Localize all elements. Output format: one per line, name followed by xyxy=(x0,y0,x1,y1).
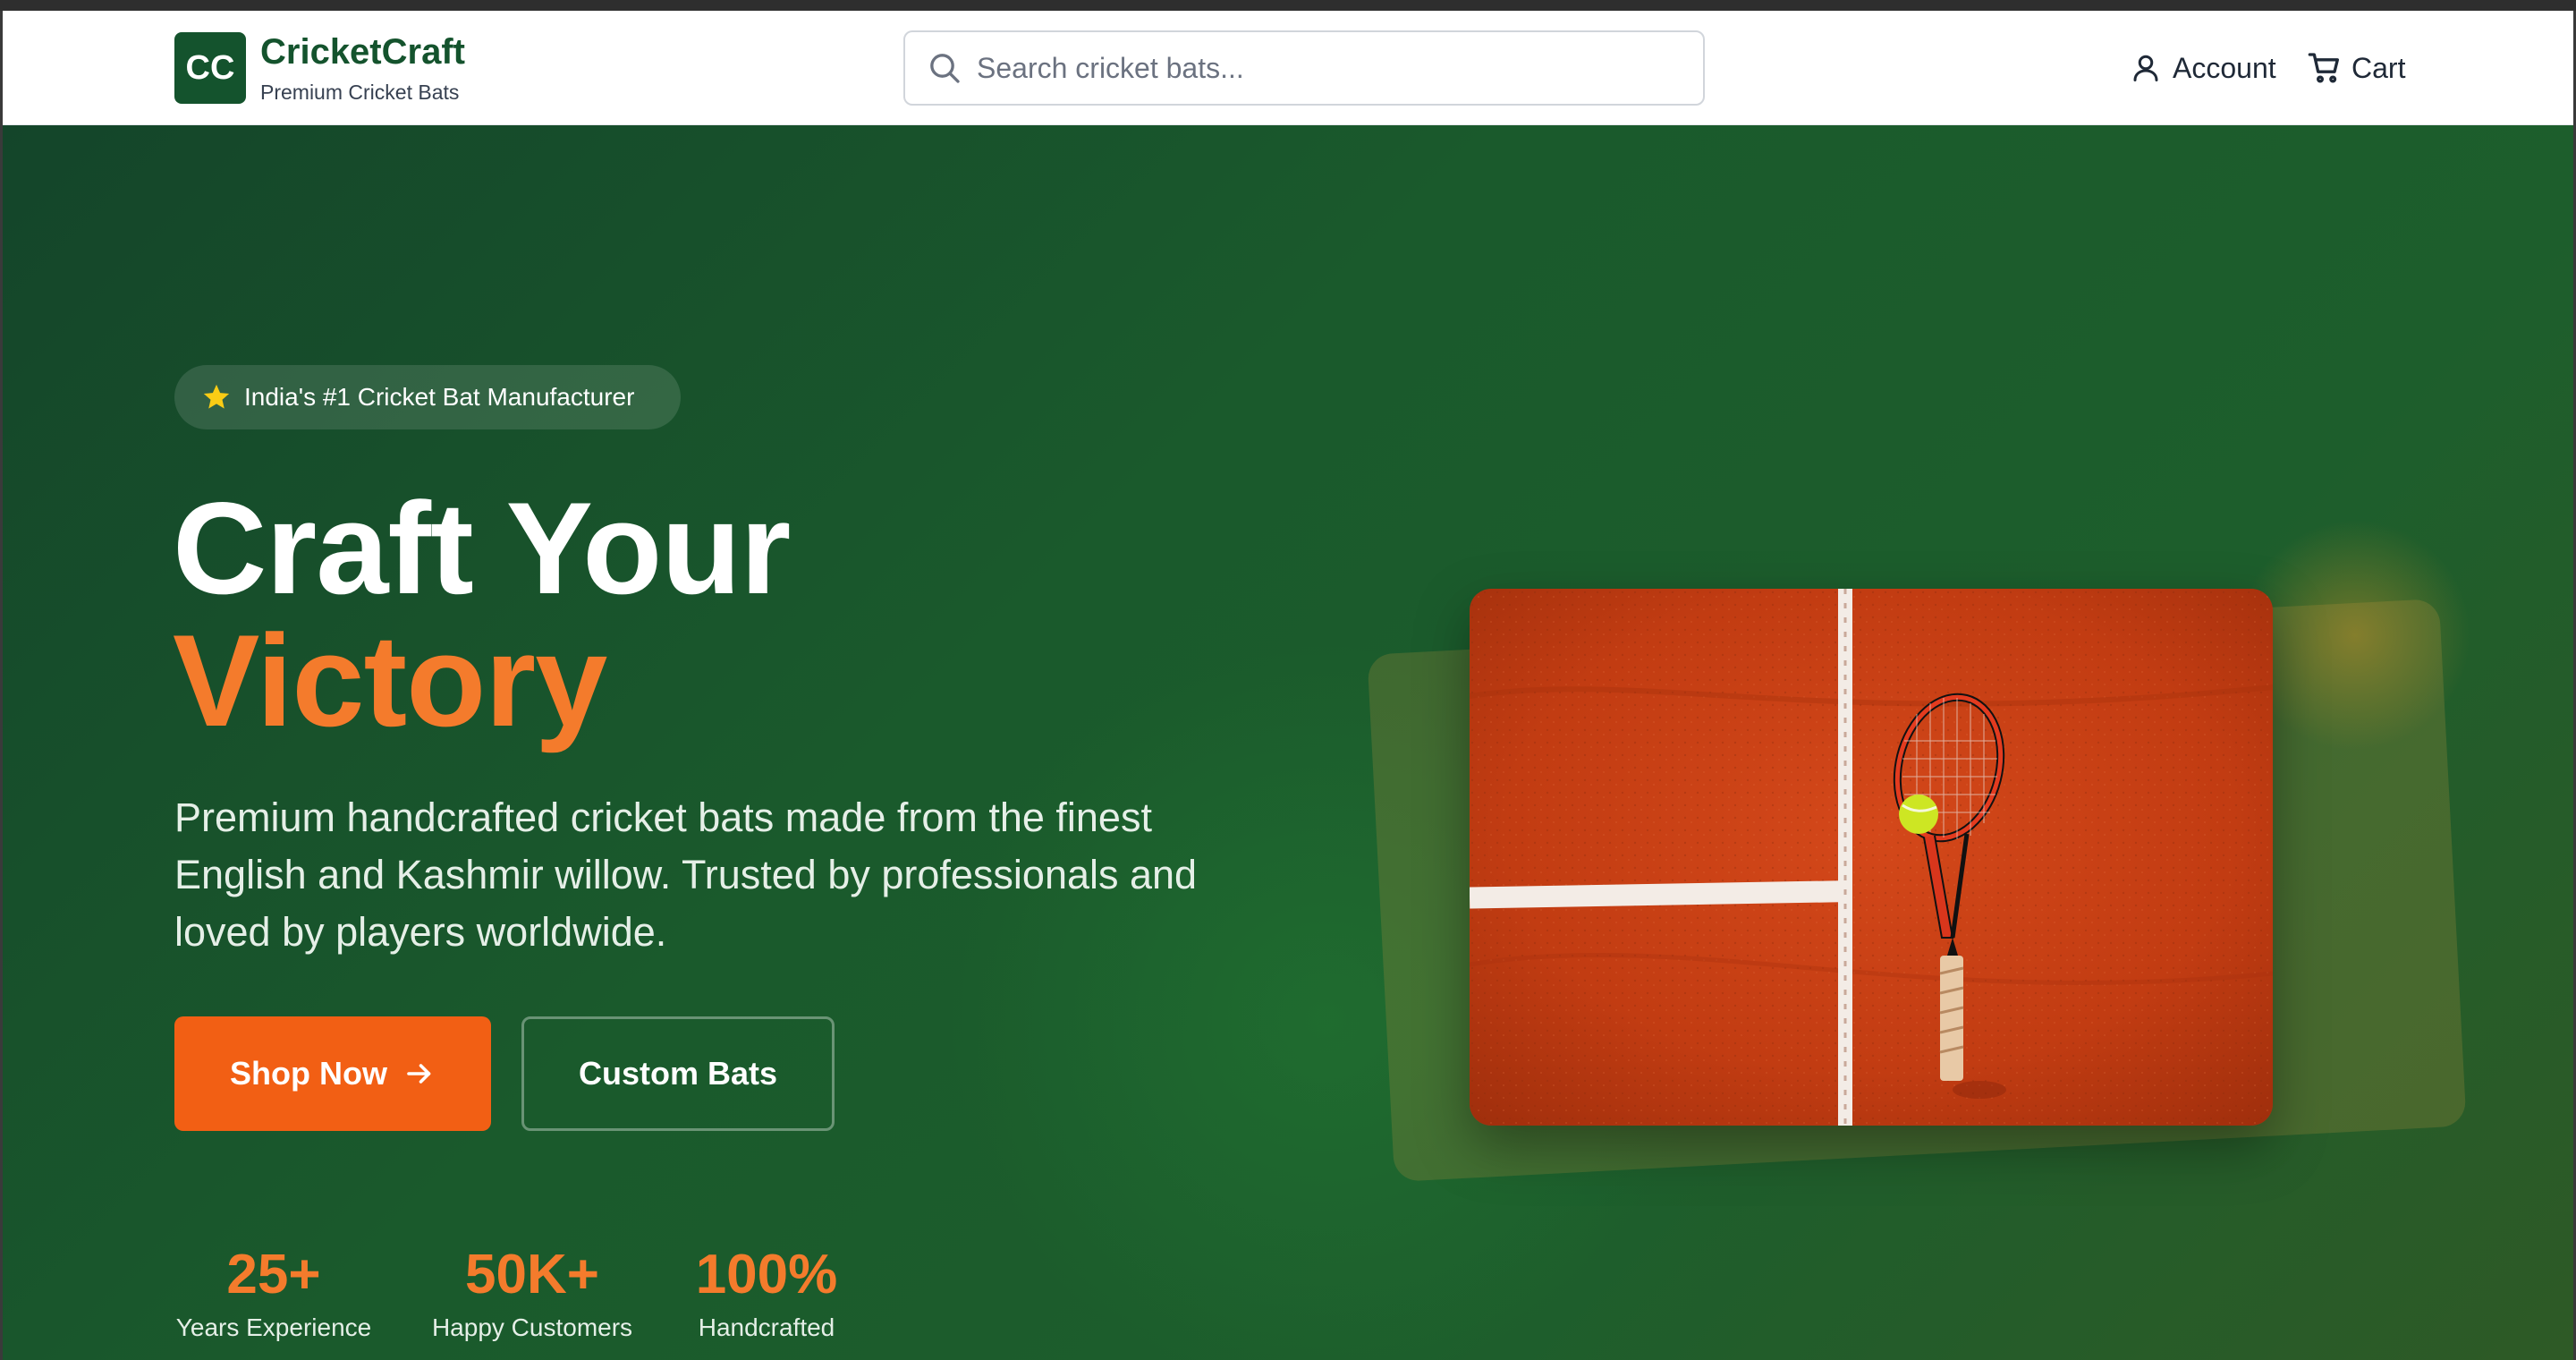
user-icon xyxy=(2133,55,2158,81)
brand-tagline: Premium Cricket Bats xyxy=(260,81,460,104)
tennis-court-racket-image xyxy=(1470,589,2273,1126)
arrow-right-icon xyxy=(407,1064,431,1084)
stat-label: Years Experience xyxy=(175,1313,372,1341)
site-header: CC CricketCraft Premium Cricket Bats Acc… xyxy=(3,11,2573,125)
custom-bats-button[interactable]: Custom Bats xyxy=(521,1016,835,1131)
logo[interactable]: CC xyxy=(174,32,246,104)
logo-initials: CC xyxy=(185,48,235,87)
star-icon xyxy=(203,384,230,409)
brand-name[interactable]: CricketCraft xyxy=(260,32,465,72)
cart-link[interactable]: Cart xyxy=(2307,43,2405,93)
decorative-glow xyxy=(2239,519,2471,752)
stat-value: 100% xyxy=(695,1244,838,1305)
search-icon xyxy=(930,54,960,83)
custom-bats-label: Custom Bats xyxy=(578,1055,778,1092)
window-top-bar xyxy=(0,0,2576,11)
stat-handcrafted: 100% Handcrafted xyxy=(690,1247,843,1342)
hero-description: Premium handcrafted cricket bats made fr… xyxy=(174,795,1198,955)
cart-icon xyxy=(2308,53,2339,83)
search-bar[interactable] xyxy=(903,30,1705,106)
search-input[interactable] xyxy=(977,32,1683,104)
stat-years: 25+ Years Experience xyxy=(174,1247,373,1342)
hero-headline-line2: Victory xyxy=(173,608,607,753)
stat-customers: 50K+ Happy Customers xyxy=(427,1247,638,1342)
hero-headline-line1: Craft Your xyxy=(173,475,791,621)
stat-value: 25+ xyxy=(226,1244,321,1305)
shop-now-button[interactable]: Shop Now xyxy=(174,1016,491,1131)
hero-section: India's #1 Cricket Bat Manufacturer Craf… xyxy=(3,125,2573,1360)
account-link[interactable]: Account xyxy=(2130,43,2276,93)
account-label: Account xyxy=(2173,51,2276,84)
hero-badge: India's #1 Cricket Bat Manufacturer xyxy=(174,365,681,429)
badge-text: India's #1 Cricket Bat Manufacturer xyxy=(244,383,635,411)
cart-label: Cart xyxy=(2351,51,2406,84)
shop-now-label: Shop Now xyxy=(230,1055,387,1092)
stat-label: Happy Customers xyxy=(431,1313,633,1341)
stat-value: 50K+ xyxy=(465,1244,599,1305)
hero-image xyxy=(1470,589,2273,1126)
stat-label: Handcrafted xyxy=(698,1313,835,1341)
page: CC CricketCraft Premium Cricket Bats Acc… xyxy=(0,11,2576,1360)
